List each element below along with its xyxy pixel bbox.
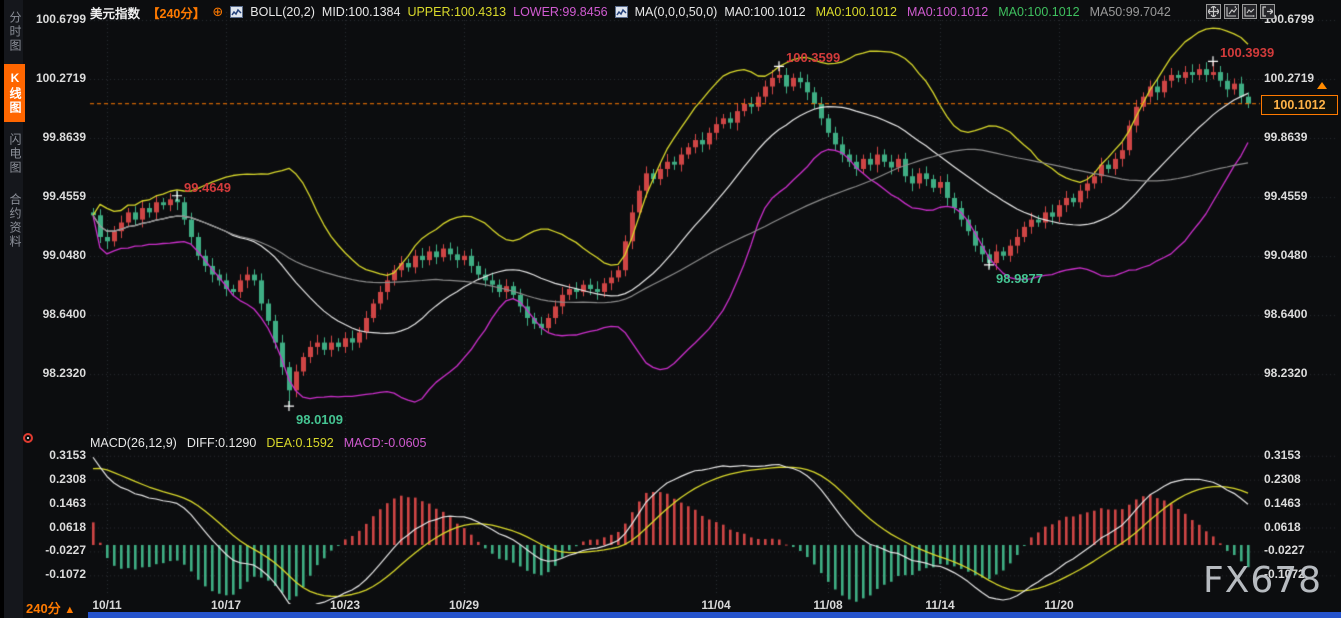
axis-tick-label: 99.4559 — [1264, 189, 1307, 203]
axis-tick-label: -0.0227 — [26, 543, 86, 557]
sidebar-item-flash[interactable]: 闪电图 — [4, 126, 25, 182]
boll-lower-value: LOWER:99.8456 — [513, 5, 608, 19]
axis-tick-label: 99.8639 — [26, 130, 86, 144]
last-price-box: 100.1012 — [1261, 95, 1338, 115]
price-annotation: 98.0109 — [296, 412, 343, 427]
boll-label: BOLL(20,2) — [250, 5, 315, 19]
axis-tick-label: 100.6799 — [26, 12, 86, 26]
period-tag: 【240分】 — [147, 3, 205, 22]
axis-tick-label: 0.2308 — [1264, 472, 1301, 486]
add-indicator-icon[interactable]: ⊕ — [212, 4, 223, 20]
exit-fullscreen-icon[interactable] — [1260, 4, 1275, 19]
chart-toolbar — [1206, 4, 1275, 19]
axis-tick-label: 0.1463 — [1264, 496, 1301, 510]
axis-tick-label: -0.0227 — [1264, 543, 1305, 557]
macd-header: MACD(26,12,9) DIFF:0.1290 DEA:0.1592 MAC… — [90, 436, 426, 450]
date-tick-label: 10/29 — [442, 598, 486, 612]
axis-tick-label: 99.8639 — [1264, 130, 1307, 144]
axis-tick-label: -0.1072 — [26, 567, 86, 581]
price-annotation: 100.3599 — [786, 50, 840, 65]
axis-tick-label: 98.2320 — [1264, 366, 1307, 380]
zoom-vertical-icon[interactable] — [1224, 4, 1239, 19]
bottom-scroll-bar[interactable] — [88, 612, 1341, 618]
symbol-name: 美元指数 — [90, 3, 140, 22]
axis-tick-label: 100.2719 — [1264, 71, 1314, 85]
axis-tick-label: 99.0480 — [26, 248, 86, 262]
ma-value: MA50:99.7042 — [1090, 5, 1171, 19]
boll-indicator-icon[interactable] — [230, 6, 243, 18]
price-annotation: 99.4649 — [184, 180, 231, 195]
sidebar-item-timeline[interactable]: 分时图 — [4, 4, 25, 60]
last-price-arrow-icon — [1317, 82, 1327, 89]
indicator-header: 美元指数【240分】 ⊕ BOLL(20,2) MID:100.1384 UPP… — [90, 3, 1171, 21]
period-selector-arrow-icon: ▲ — [64, 604, 75, 616]
boll-mid-value: MID:100.1384 — [322, 5, 401, 19]
zoom-horizontal-icon[interactable] — [1242, 4, 1257, 19]
date-tick-label: 11/08 — [806, 598, 850, 612]
axis-tick-label: 99.0480 — [1264, 248, 1307, 262]
fx678-watermark: FX678 — [1203, 560, 1322, 601]
macd-dea-value: DEA:0.1592 — [266, 436, 333, 450]
macd-diff-value: DIFF:0.1290 — [187, 436, 256, 450]
sidebar-item-kline[interactable]: K线图 — [4, 64, 25, 122]
axis-tick-label: 99.4559 — [26, 189, 86, 203]
axis-tick-label: 0.3153 — [1264, 448, 1301, 462]
period-selector-label: 240分 — [26, 601, 61, 616]
ma-value: MA0:100.1012 — [724, 5, 805, 19]
sidebar: 分时图 K线图 闪电图 合约资料 — [0, 0, 23, 618]
ma-label: MA(0,0,0,50,0) — [635, 5, 718, 19]
chart-canvas[interactable] — [0, 0, 1341, 618]
date-tick-label: 10/11 — [85, 598, 129, 612]
axis-tick-label: 0.0618 — [1264, 520, 1301, 534]
macd-value: MACD:-0.0605 — [344, 436, 427, 450]
date-tick-label: 10/23 — [323, 598, 367, 612]
boll-upper-value: UPPER:100.4313 — [407, 5, 506, 19]
price-annotation: 98.9877 — [996, 271, 1043, 286]
ma-value: MA0:100.1012 — [907, 5, 988, 19]
ma-value: MA0:100.1012 — [816, 5, 897, 19]
ma-values: MA0:100.1012 MA0:100.1012 MA0:100.1012 MA0:… — [724, 5, 1171, 19]
price-annotation: 100.3939 — [1220, 45, 1274, 60]
ma-indicator-icon[interactable] — [615, 6, 628, 18]
date-tick-label: 11/14 — [918, 598, 962, 612]
date-tick-label: 10/17 — [204, 598, 248, 612]
axis-tick-label: 0.0618 — [26, 520, 86, 534]
macd-indicator-icon[interactable] — [23, 433, 33, 443]
axis-tick-label: 0.2308 — [26, 472, 86, 486]
axis-tick-label: 100.2719 — [26, 71, 86, 85]
axis-tick-label: 98.2320 — [26, 366, 86, 380]
pan-icon[interactable] — [1206, 4, 1221, 19]
macd-label: MACD(26,12,9) — [90, 436, 177, 450]
sidebar-item-contract-info[interactable]: 合约资料 — [4, 186, 25, 256]
axis-tick-label: 0.1463 — [26, 496, 86, 510]
chart-app: 分时图 K线图 闪电图 合约资料 美元指数【240分】 ⊕ BOLL(20,2)… — [0, 0, 1341, 618]
date-tick-label: 11/04 — [694, 598, 738, 612]
axis-tick-label: 98.6400 — [1264, 307, 1307, 321]
ma-value: MA0:100.1012 — [998, 5, 1079, 19]
axis-tick-label: 98.6400 — [26, 307, 86, 321]
period-selector[interactable]: 240分 ▲ — [26, 598, 75, 617]
axis-tick-label: 0.3153 — [26, 448, 86, 462]
date-tick-label: 11/20 — [1037, 598, 1081, 612]
